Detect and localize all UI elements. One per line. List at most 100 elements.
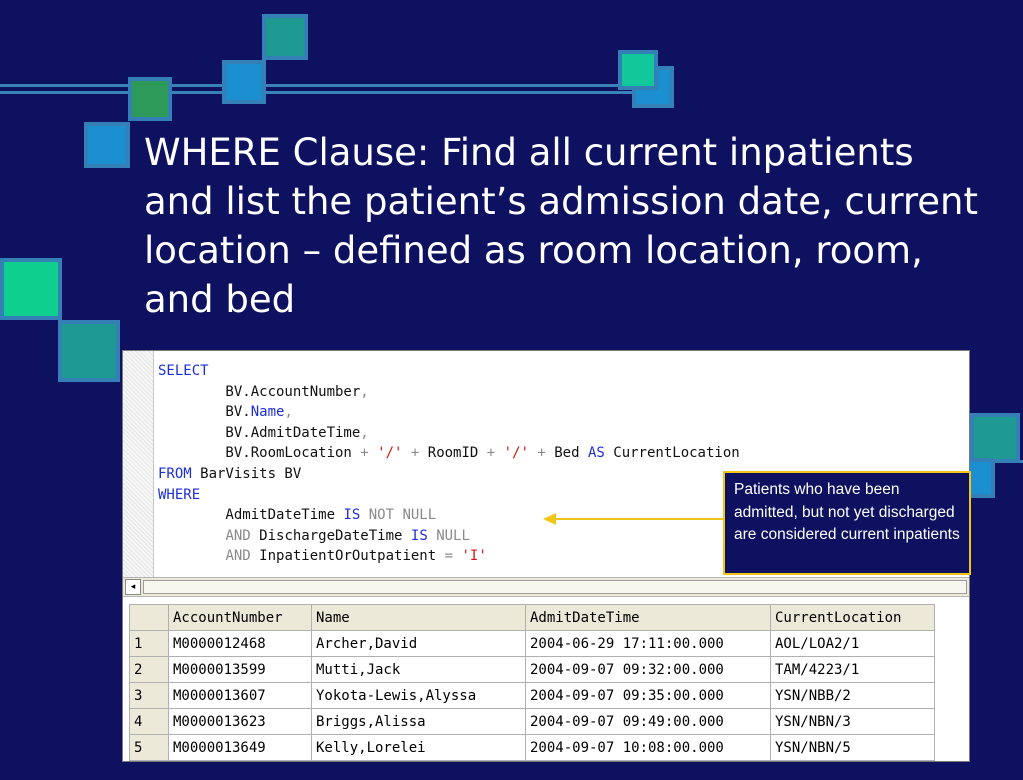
sql-token: Bed bbox=[545, 445, 588, 462]
column-header-name[interactable]: Name bbox=[311, 604, 526, 631]
sql-token: AdmitDateTime bbox=[158, 507, 344, 524]
results-grid: AccountNumber Name AdmitDateTime Current… bbox=[129, 604, 935, 761]
table-row[interactable]: 1 M0000012468 Archer,David 2004-06-29 17… bbox=[129, 630, 935, 657]
callout-box: Patients who have been admitted, but not… bbox=[723, 471, 971, 575]
cell-name[interactable]: Yokota-Lewis,Alyssa bbox=[311, 682, 526, 709]
sql-line[interactable]: BV.RoomLocation + '/' + RoomID + '/' + B… bbox=[158, 443, 740, 464]
sql-string: '/' bbox=[503, 445, 529, 462]
sql-line[interactable]: BV.AdmitDateTime, bbox=[158, 423, 740, 444]
sql-keyword: Name bbox=[250, 404, 285, 421]
decorative-square bbox=[128, 77, 172, 121]
slide-title: WHERE Clause: Find all current inpatient… bbox=[144, 131, 979, 321]
row-number: 1 bbox=[129, 630, 169, 657]
results-header-row: AccountNumber Name AdmitDateTime Current… bbox=[129, 604, 935, 631]
cell-accountnumber[interactable]: M0000013599 bbox=[168, 656, 312, 683]
table-row[interactable]: 2 M0000013599 Mutti,Jack 2004-09-07 09:3… bbox=[129, 656, 935, 683]
decorative-square bbox=[0, 258, 62, 320]
sql-token: AND bbox=[225, 548, 251, 565]
cell-name[interactable]: Archer,David bbox=[311, 630, 526, 657]
column-header-currentlocation[interactable]: CurrentLocation bbox=[770, 604, 935, 631]
sql-token: , bbox=[284, 404, 293, 421]
horizontal-scrollbar[interactable]: ◂ bbox=[123, 577, 969, 597]
row-number-header bbox=[129, 604, 169, 631]
sql-keyword: IS bbox=[410, 527, 428, 544]
sql-keyword: WHERE bbox=[158, 486, 201, 503]
sql-line[interactable]: SELECT bbox=[158, 361, 740, 382]
scroll-left-arrow-icon[interactable]: ◂ bbox=[125, 579, 141, 595]
table-row[interactable]: 5 M0000013649 Kelly,Lorelei 2004-09-07 1… bbox=[129, 734, 935, 761]
sql-token: , bbox=[360, 424, 369, 441]
column-header-admitdatetime[interactable]: AdmitDateTime bbox=[525, 604, 771, 631]
cell-admitdatetime[interactable]: 2004-06-29 17:11:00.000 bbox=[525, 630, 771, 657]
sql-string: '/' bbox=[377, 445, 403, 462]
sql-line[interactable]: FROM BarVisits BV bbox=[158, 464, 740, 485]
callout-arrow bbox=[543, 513, 724, 525]
row-number: 4 bbox=[129, 708, 169, 735]
sql-token: BV.AccountNumber bbox=[158, 383, 361, 400]
sql-line[interactable]: AND InpatientOrOutpatient = 'I' bbox=[158, 546, 740, 567]
sql-code[interactable]: SELECT BV.AccountNumber, BV.Name, BV.Adm… bbox=[158, 361, 740, 567]
sql-token: + bbox=[360, 445, 369, 462]
editor-gutter bbox=[123, 351, 154, 577]
cell-currentlocation[interactable]: TAM/4223/1 bbox=[770, 656, 935, 683]
sql-token: NOT NULL bbox=[368, 507, 437, 524]
decorative-line-top-2 bbox=[0, 91, 650, 94]
sql-token: InpatientOrOutpatient bbox=[250, 548, 445, 565]
arrow-head-icon bbox=[543, 513, 556, 525]
cell-accountnumber[interactable]: M0000013623 bbox=[168, 708, 312, 735]
table-row[interactable]: 4 M0000013623 Briggs,Alissa 2004-09-07 0… bbox=[129, 708, 935, 735]
sql-keyword: FROM bbox=[158, 465, 192, 482]
cell-accountnumber[interactable]: M0000012468 bbox=[168, 630, 312, 657]
sql-token: AND bbox=[225, 527, 251, 544]
cell-name[interactable]: Briggs,Alissa bbox=[311, 708, 526, 735]
sql-token: NULL bbox=[436, 527, 470, 544]
sql-token: = bbox=[444, 548, 454, 565]
row-number: 5 bbox=[129, 734, 169, 761]
decorative-square bbox=[58, 320, 120, 382]
sql-token: RoomID bbox=[419, 445, 487, 462]
cell-name[interactable]: Mutti,Jack bbox=[311, 656, 526, 683]
table-row[interactable]: 3 M0000013607 Yokota-Lewis,Alyssa 2004-0… bbox=[129, 682, 935, 709]
cell-currentlocation[interactable]: YSN/NBN/5 bbox=[770, 734, 935, 761]
cell-accountnumber[interactable]: M0000013607 bbox=[168, 682, 312, 709]
cell-currentlocation[interactable]: AOL/LOA2/1 bbox=[770, 630, 935, 657]
sql-token: BV. bbox=[158, 404, 251, 421]
column-header-accountnumber[interactable]: AccountNumber bbox=[168, 604, 312, 631]
cell-name[interactable]: Kelly,Lorelei bbox=[311, 734, 526, 761]
sql-line[interactable]: BV.AccountNumber, bbox=[158, 382, 740, 403]
decorative-line-top bbox=[0, 84, 650, 87]
cell-currentlocation[interactable]: YSN/NBB/2 bbox=[770, 682, 935, 709]
sql-token: BV.AdmitDateTime bbox=[158, 424, 361, 441]
cell-admitdatetime[interactable]: 2004-09-07 10:08:00.000 bbox=[525, 734, 771, 761]
sql-line[interactable]: BV.Name, bbox=[158, 402, 740, 423]
decorative-square bbox=[222, 60, 266, 104]
decorative-square bbox=[262, 14, 308, 60]
cell-admitdatetime[interactable]: 2004-09-07 09:32:00.000 bbox=[525, 656, 771, 683]
sql-token: , bbox=[360, 383, 369, 400]
sql-token: CurrentLocation bbox=[604, 445, 740, 462]
decorative-square bbox=[970, 413, 1020, 463]
cell-admitdatetime[interactable]: 2004-09-07 09:35:00.000 bbox=[525, 682, 771, 709]
row-number: 3 bbox=[129, 682, 169, 709]
sql-keyword: AS bbox=[587, 445, 605, 462]
cell-accountnumber[interactable]: M0000013649 bbox=[168, 734, 312, 761]
sql-token: DischargeDateTime bbox=[250, 527, 411, 544]
sql-token: + bbox=[537, 445, 546, 462]
sql-string: 'I' bbox=[461, 548, 487, 565]
sql-token: BarVisits BV bbox=[191, 465, 302, 482]
cell-currentlocation[interactable]: YSN/NBN/3 bbox=[770, 708, 935, 735]
decorative-square bbox=[618, 50, 658, 90]
sql-token: BV.RoomLocation bbox=[158, 445, 361, 462]
cell-admitdatetime[interactable]: 2004-09-07 09:49:00.000 bbox=[525, 708, 771, 735]
sql-token: + bbox=[486, 445, 496, 462]
decorative-square bbox=[84, 122, 130, 168]
sql-line[interactable]: WHERE bbox=[158, 485, 740, 506]
sql-keyword: IS bbox=[343, 507, 361, 524]
scrollbar-thumb[interactable] bbox=[143, 580, 967, 594]
